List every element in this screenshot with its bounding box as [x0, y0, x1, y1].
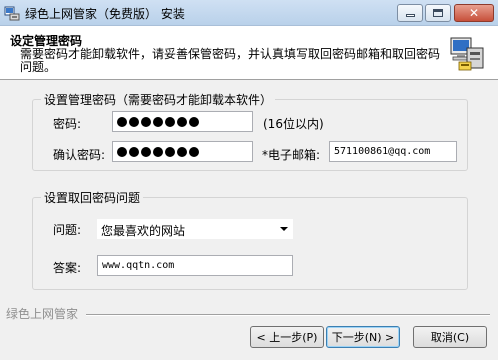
next-button[interactable]: 下一步(N) >	[326, 326, 400, 348]
installer-computer-icon	[450, 37, 484, 71]
password-hint: (16位以内)	[263, 117, 324, 131]
confirm-password-label: 确认密码:	[53, 148, 106, 162]
answer-label: 答案:	[53, 261, 82, 275]
brand-label: 绿色上网管家	[6, 307, 79, 321]
close-button[interactable]: ✕	[454, 4, 494, 22]
password-label: 密码:	[53, 117, 82, 131]
maximize-button[interactable]	[425, 4, 451, 22]
title-bar: 绿色上网管家（免费版） 安装 ✕	[0, 0, 498, 26]
email-label: *电子邮箱:	[262, 148, 321, 162]
wizard-header: 设定管理密码 需要密码才能卸载软件，请妥善保管密码，并认真填写取回密码邮箱和取回…	[0, 26, 498, 80]
password-dot	[117, 116, 127, 127]
footer-divider	[86, 314, 490, 316]
password-dot	[129, 116, 139, 127]
password-dot	[141, 116, 151, 127]
page-description: 需要密码才能卸载软件，请妥善保管密码，并认真填写取回密码邮箱和取回密码问题。	[20, 47, 441, 74]
maximize-icon	[433, 9, 443, 17]
back-button[interactable]: < 上一步(P)	[250, 326, 324, 348]
minimize-icon	[405, 14, 415, 17]
close-icon: ✕	[468, 6, 480, 20]
password-dot	[189, 146, 199, 157]
recovery-group: 设置取回密码问题	[32, 189, 468, 290]
password-group-legend: 设置管理密码（需要密码才能卸载本软件）	[41, 91, 276, 108]
confirm-password-field[interactable]	[112, 141, 253, 162]
question-selected-value: 您最喜欢的网站	[101, 224, 186, 238]
question-label: 问题:	[53, 223, 82, 237]
password-dot	[165, 116, 175, 127]
password-dot	[153, 146, 163, 157]
password-dot	[129, 146, 139, 157]
password-field[interactable]	[112, 111, 253, 132]
dropdown-arrow-icon[interactable]	[280, 227, 288, 231]
window-title: 绿色上网管家（免费版） 安装	[25, 7, 185, 21]
recovery-group-legend: 设置取回密码问题	[41, 189, 144, 206]
email-field[interactable]: 571100861@qq.com	[329, 141, 457, 162]
password-dot	[153, 116, 163, 127]
password-dot	[177, 116, 187, 127]
cancel-button[interactable]: 取消(C)	[413, 326, 487, 348]
confirm-password-dots	[117, 145, 248, 158]
minimize-button[interactable]	[397, 4, 423, 22]
password-dot	[189, 116, 199, 127]
password-dot	[117, 146, 127, 157]
question-select[interactable]: 您最喜欢的网站	[97, 219, 293, 239]
password-dot	[177, 146, 187, 157]
password-dot	[165, 146, 175, 157]
answer-field[interactable]: www.qqtn.com	[97, 255, 293, 276]
password-dots	[117, 115, 248, 128]
installer-app-icon	[4, 6, 20, 21]
password-dot	[141, 146, 151, 157]
